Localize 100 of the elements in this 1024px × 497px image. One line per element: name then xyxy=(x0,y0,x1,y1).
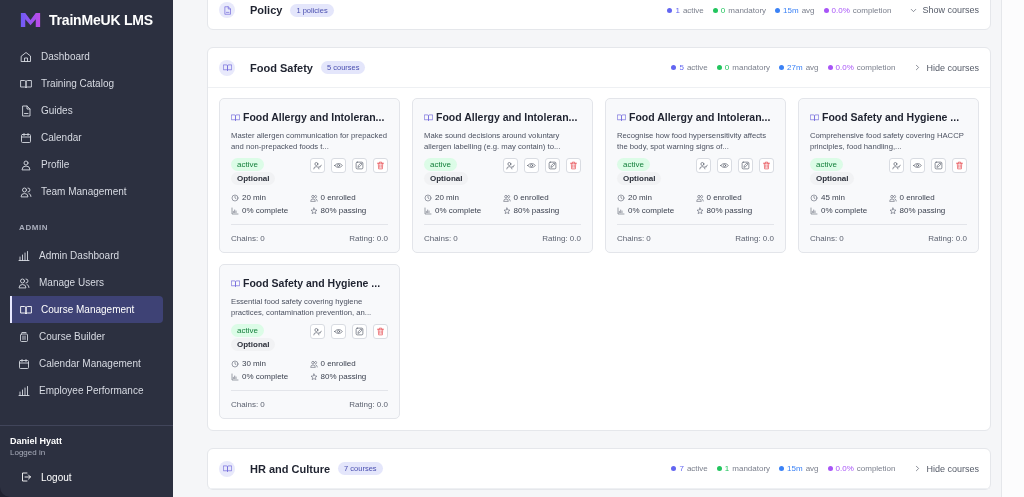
nav-item[interactable]: Training Catalog xyxy=(10,70,163,97)
preview-button[interactable] xyxy=(717,158,732,173)
nav-item[interactable]: Guides xyxy=(10,97,163,124)
enrolled-count: 0 enrolled xyxy=(320,359,356,368)
completion-rate: 0% complete xyxy=(821,206,868,215)
users-icon xyxy=(502,193,511,202)
edit-icon xyxy=(355,161,364,170)
eye-icon xyxy=(720,161,729,170)
stat-value: 0.0% xyxy=(831,5,850,15)
enrolled-count: 0 enrolled xyxy=(899,193,935,202)
assign-button[interactable] xyxy=(503,158,518,173)
book-icon xyxy=(222,464,232,473)
assign-button[interactable] xyxy=(696,158,711,173)
duration: 45 min xyxy=(821,193,845,202)
nav-item[interactable]: Admin Dashboard xyxy=(10,242,163,269)
requirement-badge: Optional xyxy=(231,338,276,351)
toggle-courses-button[interactable]: Hide courses xyxy=(913,62,979,73)
logout-icon xyxy=(20,471,32,483)
stat-label: active xyxy=(686,464,708,473)
assign-button[interactable] xyxy=(310,324,325,339)
book-icon xyxy=(810,112,819,122)
chains-count: Chains: 0 xyxy=(810,234,844,243)
course-title: Food Safety and Hygiene ... xyxy=(822,111,960,123)
users-icon xyxy=(888,193,897,202)
logout-link[interactable]: Logout xyxy=(20,471,163,483)
stat-label: mandatory xyxy=(728,5,767,15)
status-badge: active xyxy=(424,158,457,171)
nav-item[interactable]: Course Management xyxy=(10,296,163,323)
user-status: Logged in xyxy=(10,448,47,457)
stat-value: 7 xyxy=(679,464,684,473)
stat-label: completion xyxy=(852,5,892,15)
clipboard-icon xyxy=(18,330,30,343)
chains-count: Chains: 0 xyxy=(231,400,265,409)
delete-button[interactable] xyxy=(952,158,967,173)
chart-icon xyxy=(810,206,818,215)
edit-button[interactable] xyxy=(738,158,753,173)
nav-item[interactable]: Course Builder xyxy=(10,323,163,350)
nav-item[interactable]: Dashboard xyxy=(10,43,163,70)
delete-button[interactable] xyxy=(373,158,388,173)
edit-button[interactable] xyxy=(545,158,560,173)
nav-item[interactable]: Profile xyxy=(10,151,163,178)
stat-value: 15m xyxy=(783,5,799,15)
stat-label: active xyxy=(682,5,704,15)
category-title: HR and Culture xyxy=(250,462,331,475)
course-title: Food Allergy and Intoleran... xyxy=(629,111,771,123)
passing-score: 80% passing xyxy=(320,206,367,215)
eye-icon xyxy=(913,161,922,170)
toggle-courses-button[interactable]: Hide courses xyxy=(913,463,979,474)
preview-button[interactable] xyxy=(910,158,925,173)
assign-button[interactable] xyxy=(889,158,904,173)
chart-icon xyxy=(424,206,432,215)
stat-value: 27m xyxy=(787,63,803,72)
completion-rate: 0% complete xyxy=(435,206,482,215)
chart-icon xyxy=(231,206,239,215)
nav-item[interactable]: Calendar Management xyxy=(10,350,163,377)
home-icon xyxy=(20,50,32,63)
rating: Rating: 0.0 xyxy=(542,234,581,243)
requirement-badge: Optional xyxy=(231,172,276,185)
preview-button[interactable] xyxy=(331,324,346,339)
preview-button[interactable] xyxy=(331,158,346,173)
stat-value: 1 xyxy=(675,5,680,15)
edit-button[interactable] xyxy=(931,158,946,173)
brand-name: TrainMeUK LMS xyxy=(49,12,153,28)
eye-icon xyxy=(527,161,536,170)
star-icon xyxy=(888,206,897,215)
delete-button[interactable] xyxy=(759,158,774,173)
enrolled-count: 0 enrolled xyxy=(513,193,549,202)
book-icon xyxy=(222,63,232,72)
delete-button[interactable] xyxy=(373,324,388,339)
chart-icon xyxy=(617,206,625,215)
completion-rate: 0% complete xyxy=(242,372,289,381)
duration: 20 min xyxy=(435,193,459,202)
stat-value: 1 xyxy=(724,464,730,473)
book-icon xyxy=(424,112,433,122)
nav-item[interactable]: Team Management xyxy=(10,178,163,205)
stat-value: 5 xyxy=(679,63,684,72)
stat-value: 0.0% xyxy=(835,63,854,72)
completion-rate: 0% complete xyxy=(628,206,675,215)
users-icon xyxy=(695,193,704,202)
stat-label: avg xyxy=(801,5,815,15)
preview-button[interactable] xyxy=(524,158,539,173)
star-icon xyxy=(309,206,318,215)
enrolled-count: 0 enrolled xyxy=(320,193,356,202)
stat-label: avg xyxy=(805,63,819,72)
edit-button[interactable] xyxy=(352,158,367,173)
toggle-courses-button[interactable]: Show courses xyxy=(909,5,979,15)
user-check-icon xyxy=(506,161,515,170)
nav-item[interactable]: Employee Performance xyxy=(10,377,163,404)
users-icon xyxy=(309,359,318,368)
course-title: Food Safety and Hygiene ... xyxy=(243,277,381,289)
passing-score: 80% passing xyxy=(899,206,946,215)
passing-score: 80% passing xyxy=(513,206,560,215)
edit-button[interactable] xyxy=(352,324,367,339)
nav-item[interactable]: Calendar xyxy=(10,124,163,151)
nav-item[interactable]: Manage Users xyxy=(10,269,163,296)
delete-button[interactable] xyxy=(566,158,581,173)
assign-button[interactable] xyxy=(310,158,325,173)
edit-icon xyxy=(548,161,557,170)
status-badge: active xyxy=(231,324,264,337)
duration: 20 min xyxy=(628,193,652,202)
